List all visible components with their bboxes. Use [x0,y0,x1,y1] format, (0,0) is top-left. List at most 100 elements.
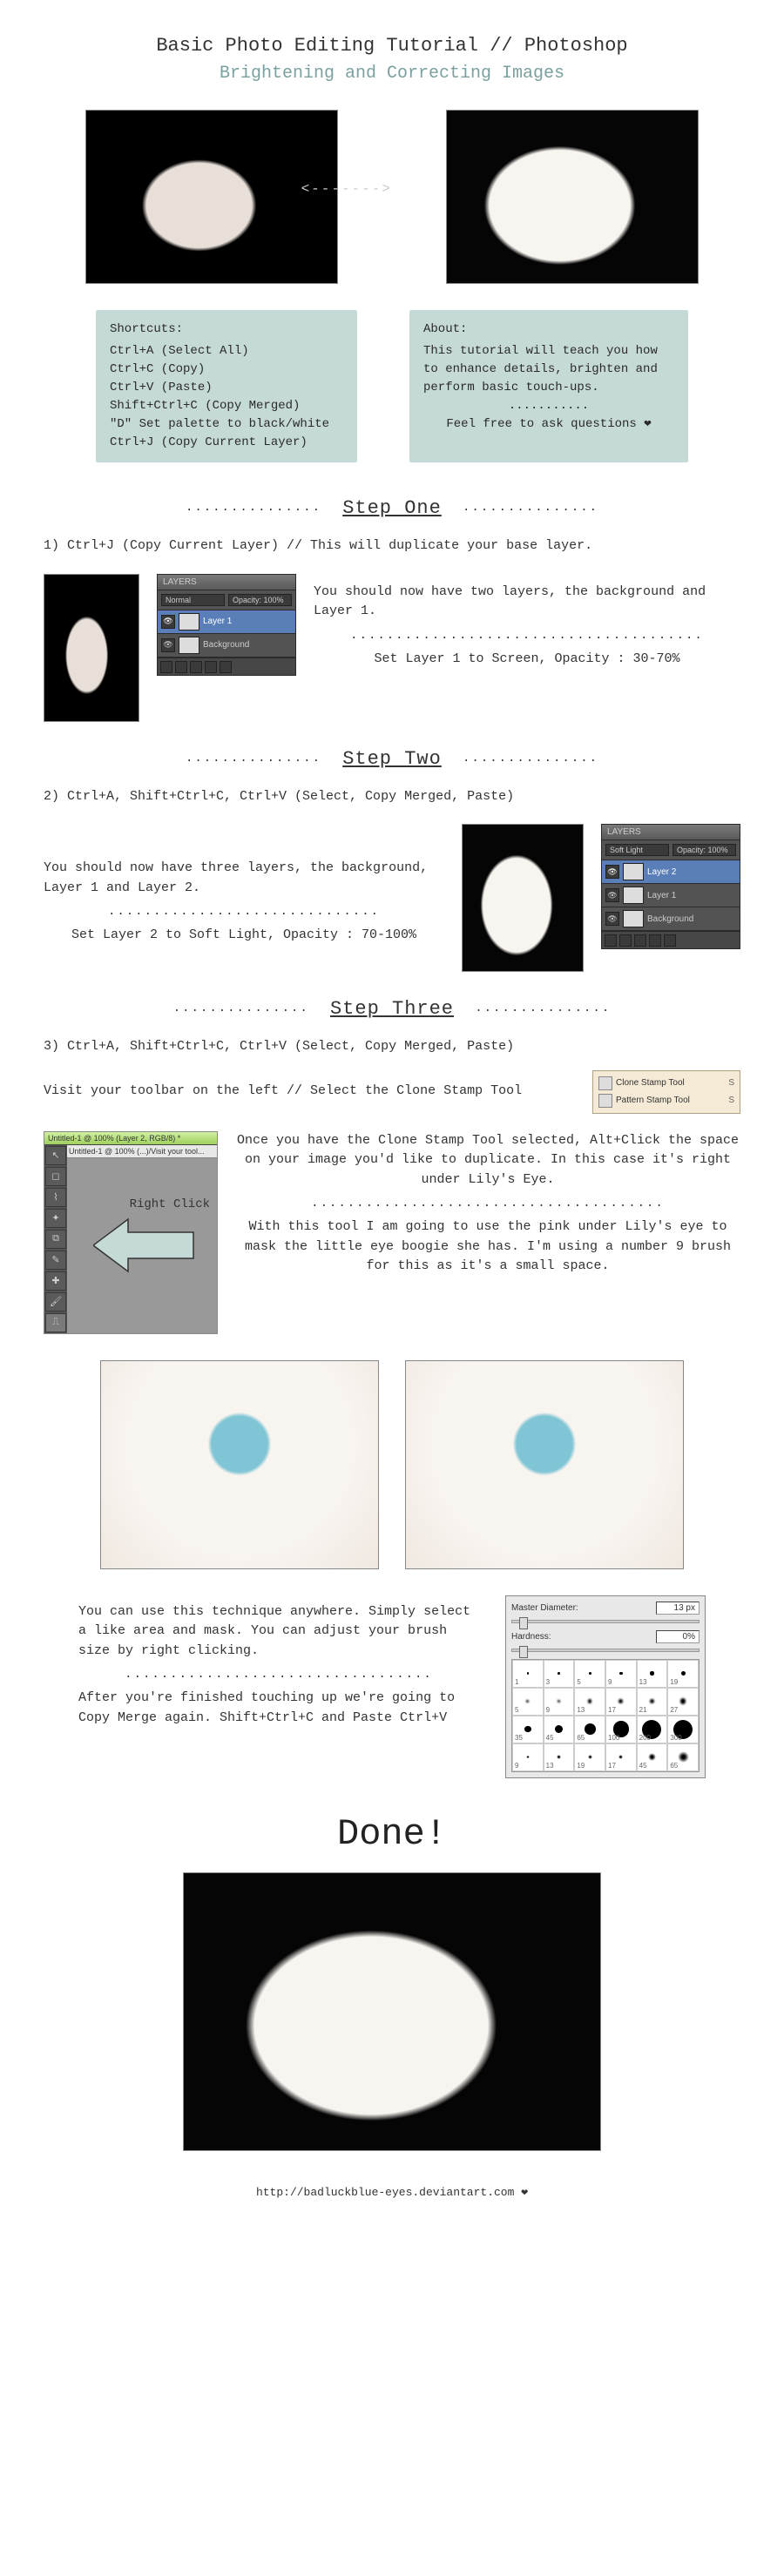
brush-size-label: 100 [608,1734,619,1742]
brush-preset[interactable]: 5 [574,1660,605,1688]
trash-icon[interactable] [220,661,232,673]
step1-header: ............... Step One ............... [44,497,740,519]
brush-preset[interactable]: 13 [574,1688,605,1716]
step2-instruction: 2) Ctrl+A, Shift+Ctrl+C, Ctrl+V (Select,… [44,787,740,807]
fx-icon[interactable] [605,934,617,947]
layer-row[interactable]: 👁 Layer 2 [602,860,740,884]
brush-preset[interactable]: 9 [544,1688,575,1716]
layer-thumb [179,637,199,654]
pattern-stamp-icon [598,1094,612,1108]
mask-icon[interactable] [175,661,187,673]
step2-title: Step Two [342,748,442,770]
marquee-tool-icon[interactable]: ◻ [45,1167,66,1186]
brush-section: You can use this technique anywhere. Sim… [78,1595,706,1778]
brush-size-label: 1 [515,1678,518,1686]
brush-preset[interactable]: 9 [512,1743,544,1771]
eyedropper-tool-icon[interactable]: ✎ [45,1251,66,1270]
step1-text: You should now have two layers, the back… [314,574,740,677]
hardness-label: Hardness: [511,1632,551,1642]
info-boxes: Shortcuts: Ctrl+A (Select All) Ctrl+C (C… [44,310,740,462]
canvas-tab: Untitled-1 @ 100% (...)/Visit your tool.… [67,1145,217,1158]
brush-preset[interactable]: 3 [544,1660,575,1688]
brush-preset[interactable]: 13 [544,1743,575,1771]
brush-preset[interactable]: 65 [667,1743,699,1771]
opacity-field[interactable]: Opacity: 100% [672,844,736,856]
mask-icon[interactable] [619,934,632,947]
move-tool-icon[interactable]: ↖ [45,1146,66,1165]
layer-row[interactable]: 👁 Layer 1 [158,610,295,634]
trash-icon[interactable] [664,934,676,947]
tool-shortcut: S [728,1078,734,1088]
brush-settings-panel: Master Diameter: 13 px Hardness: 0% 1359… [505,1595,706,1778]
layer-row[interactable]: 👁 Layer 1 [602,884,740,907]
brush-preset[interactable]: 13 [637,1660,668,1688]
brush-tool-icon[interactable]: 🖌 [45,1292,66,1312]
step1-instruction: 1) Ctrl+J (Copy Current Layer) // This w… [44,536,740,556]
clone-stamp-tool-icon[interactable]: ⎍ [45,1313,66,1332]
dots: .............................. [44,905,444,919]
brush-text: You can use this technique anywhere. Sim… [78,1595,479,1736]
visibility-icon[interactable]: 👁 [605,865,619,879]
heal-tool-icon[interactable]: ✚ [45,1271,66,1291]
opacity-field[interactable]: Opacity: 100% [228,594,292,606]
brush-preset[interactable]: 45 [544,1716,575,1743]
hardness-row: Hardness: 0% [511,1630,700,1643]
brush-preset[interactable]: 27 [667,1688,699,1716]
brush-preset[interactable]: 1 [512,1660,544,1688]
brush-preset[interactable]: 19 [667,1660,699,1688]
brush-preset[interactable]: 65 [574,1716,605,1743]
visibility-icon[interactable]: 👁 [605,912,619,926]
brush-preset[interactable]: 100 [605,1716,637,1743]
lasso-tool-icon[interactable]: ⌇ [45,1188,66,1207]
hardness-value[interactable]: 0% [656,1630,700,1643]
clone-stamp-item[interactable]: Clone Stamp Tool S [597,1075,736,1092]
step3-instruction: 3) Ctrl+A, Shift+Ctrl+C, Ctrl+V (Select,… [44,1037,740,1057]
brush-preset[interactable]: 21 [637,1688,668,1716]
layer-thumb [623,863,644,880]
master-value[interactable]: 13 px [656,1602,700,1615]
blend-mode-select[interactable]: Normal [161,594,225,606]
visibility-icon[interactable]: 👁 [605,888,619,902]
final-image [183,1872,601,2151]
new-layer-icon[interactable] [649,934,661,947]
brush-preset[interactable]: 17 [605,1688,637,1716]
layers-panel-step2: LAYERS Soft Light Opacity: 100% 👁 Layer … [601,824,740,949]
wand-tool-icon[interactable]: ✦ [45,1209,66,1228]
brush-preset[interactable]: 5 [512,1688,544,1716]
brush-preset[interactable]: 9 [605,1660,637,1688]
hardness-slider[interactable] [511,1649,700,1652]
brush-preset[interactable]: 200 [637,1716,668,1743]
folder-icon[interactable] [634,934,646,947]
fx-icon[interactable] [160,661,172,673]
blend-mode-select[interactable]: Soft Light [605,844,669,856]
dots-icon: ............... [463,501,598,515]
about-title: About: [423,320,674,339]
brush-size-label: 13 [546,1762,554,1770]
brush-size-label: 9 [608,1678,612,1686]
brush-preset[interactable]: 300 [667,1716,699,1743]
visibility-icon[interactable]: 👁 [161,615,175,629]
brush-preset[interactable]: 35 [512,1716,544,1743]
canvas-area[interactable]: Untitled-1 @ 100% (...)/Visit your tool.… [67,1145,217,1333]
brush-size-label: 21 [639,1706,647,1714]
tool-shortcut: S [728,1096,734,1105]
folder-icon[interactable] [190,661,202,673]
layer-row[interactable]: 👁 Background [602,907,740,931]
brush-size-label: 5 [577,1678,580,1686]
step2-thumb [462,824,584,972]
brush-preset[interactable]: 45 [637,1743,668,1771]
brush-preset[interactable]: 19 [574,1743,605,1771]
step3-para3: You can use this technique anywhere. Sim… [78,1602,479,1662]
crop-tool-icon[interactable]: ⧉ [45,1230,66,1249]
brush-size-label: 65 [670,1762,678,1770]
right-click-label: Right Click [130,1197,210,1211]
visibility-icon[interactable]: 👁 [161,638,175,652]
brush-preset[interactable]: 17 [605,1743,637,1771]
brush-size-label: 19 [577,1762,585,1770]
diameter-slider[interactable] [511,1620,700,1623]
pattern-stamp-item[interactable]: Pattern Stamp Tool S [597,1092,736,1109]
layers-tab: LAYERS [158,575,295,590]
layer-row[interactable]: 👁 Background [158,634,295,657]
new-layer-icon[interactable] [205,661,217,673]
brush-size-label: 13 [577,1706,585,1714]
